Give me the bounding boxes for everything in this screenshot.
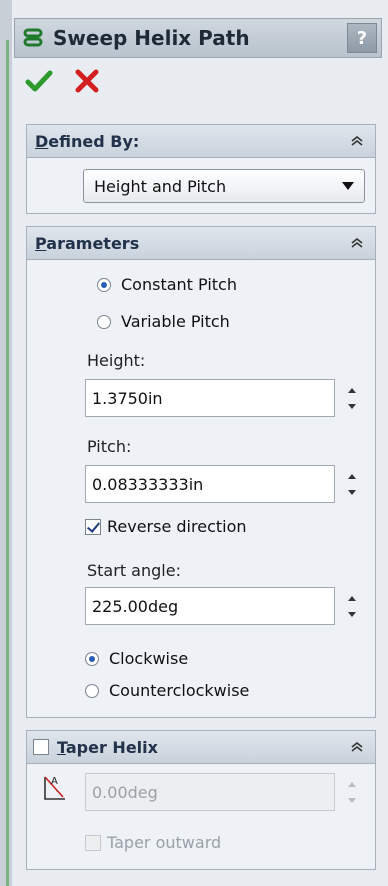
taper-outward-checkbox: Taper outward bbox=[85, 833, 221, 852]
height-label: Height: bbox=[87, 351, 146, 370]
clockwise-radio[interactable]: Clockwise bbox=[85, 649, 188, 668]
counterclockwise-radio[interactable]: Counterclockwise bbox=[85, 681, 249, 700]
variable-pitch-label: Variable Pitch bbox=[121, 312, 230, 331]
start-angle-label: Start angle: bbox=[87, 561, 181, 580]
radio-icon bbox=[85, 651, 99, 666]
collapse-icon[interactable] bbox=[349, 235, 365, 251]
start-angle-spinner[interactable] bbox=[343, 587, 361, 625]
defined-by-panel: Defined By: Height and Pitch bbox=[26, 124, 376, 214]
collapse-icon[interactable] bbox=[349, 133, 365, 149]
cancel-button[interactable] bbox=[72, 66, 102, 96]
reverse-direction-checkbox[interactable]: Reverse direction bbox=[85, 517, 247, 536]
constant-pitch-radio[interactable]: Constant Pitch bbox=[97, 275, 237, 294]
taper-helix-title: Taper Helix bbox=[57, 737, 158, 757]
clockwise-label: Clockwise bbox=[109, 649, 189, 668]
page-title: Sweep Helix Path bbox=[53, 26, 250, 50]
pitch-label: Pitch: bbox=[87, 437, 132, 456]
variable-pitch-radio[interactable]: Variable Pitch bbox=[97, 312, 230, 331]
pitch-spinner[interactable] bbox=[343, 465, 361, 503]
taper-helix-panel: Taper Helix A 0.00deg Taper outward bbox=[26, 730, 376, 870]
chevron-down-icon bbox=[342, 182, 354, 190]
property-manager-title-bar: Sweep Helix Path ? bbox=[14, 18, 382, 58]
radio-icon bbox=[85, 683, 99, 698]
height-spinner[interactable] bbox=[343, 379, 361, 417]
taper-helix-header[interactable]: Taper Helix bbox=[27, 731, 375, 764]
parameters-header[interactable]: Parameters bbox=[27, 227, 375, 260]
taper-angle-value: 0.00deg bbox=[92, 782, 158, 802]
sweep-helix-icon bbox=[23, 28, 43, 47]
height-value: 1.3750in bbox=[92, 388, 163, 408]
taper-angle-spinner bbox=[348, 782, 356, 803]
radio-icon bbox=[97, 314, 111, 329]
help-button[interactable]: ? bbox=[347, 23, 377, 53]
ok-button[interactable] bbox=[24, 66, 54, 96]
svg-text:A: A bbox=[51, 776, 58, 787]
radio-icon bbox=[97, 277, 111, 292]
defined-by-header[interactable]: Defined By: bbox=[27, 125, 375, 158]
window-left-edge bbox=[0, 0, 12, 886]
parameters-title: Parameters bbox=[35, 233, 140, 253]
help-label: ? bbox=[356, 27, 368, 49]
constant-pitch-label: Constant Pitch bbox=[121, 275, 237, 294]
parameters-panel: Parameters Constant Pitch Variable Pitch… bbox=[26, 226, 376, 718]
taper-outward-label: Taper outward bbox=[107, 833, 222, 852]
checkbox-icon bbox=[85, 518, 101, 535]
edge-highlight bbox=[6, 40, 9, 886]
counterclockwise-label: Counterclockwise bbox=[109, 681, 250, 700]
height-field[interactable]: 1.3750in bbox=[85, 379, 335, 417]
checkbox-icon bbox=[85, 834, 101, 851]
defined-by-dropdown[interactable]: Height and Pitch bbox=[83, 169, 365, 203]
taper-helix-checkbox[interactable] bbox=[33, 739, 49, 755]
taper-angle-field: 0.00deg bbox=[85, 773, 335, 811]
start-angle-field[interactable]: 225.00deg bbox=[85, 587, 335, 625]
reverse-direction-label: Reverse direction bbox=[107, 517, 247, 536]
pitch-value: 0.08333333in bbox=[92, 474, 204, 494]
taper-angle-icon: A bbox=[44, 776, 65, 800]
defined-by-title: Defined By: bbox=[35, 131, 140, 151]
pitch-field[interactable]: 0.08333333in bbox=[85, 465, 335, 503]
start-angle-value: 225.00deg bbox=[92, 596, 179, 616]
collapse-icon[interactable] bbox=[349, 739, 365, 755]
defined-by-value: Height and Pitch bbox=[94, 176, 227, 196]
